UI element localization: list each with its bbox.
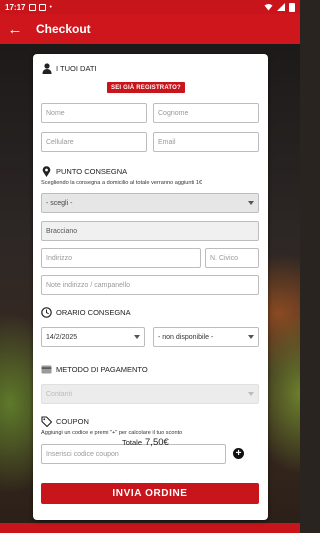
delivery-point-value: - scegli -	[46, 199, 73, 207]
coupon-heading: COUPON	[41, 416, 89, 427]
chevron-down-icon	[248, 335, 254, 339]
payment-method-value: Contanti	[46, 390, 73, 398]
coupon-heading-label: COUPON	[56, 417, 89, 426]
notification-icons: •	[29, 3, 52, 11]
tag-icon	[41, 416, 52, 427]
signal-icon	[277, 3, 285, 11]
delivery-note: Scegliendo la consegna a domicilio al to…	[41, 180, 203, 186]
date-value: 14/2/2025	[46, 333, 78, 341]
city-field: Bracciano	[41, 221, 259, 241]
page-title: Checkout	[36, 22, 91, 36]
status-bar: 17:17 •	[0, 0, 300, 14]
your-data-heading: I TUOI DATI	[41, 63, 97, 74]
date-select[interactable]: 14/2/2025	[41, 327, 145, 347]
location-pin-icon	[41, 166, 52, 177]
payment-heading: METODO DI PAGAMENTO	[41, 364, 148, 375]
your-data-heading-label: I TUOI DATI	[56, 64, 97, 73]
clock-icon	[41, 307, 52, 318]
delivery-heading-label: PUNTO CONSEGNA	[56, 167, 128, 176]
chevron-down-icon	[134, 335, 140, 339]
order-total: Totale 7,50€	[122, 437, 169, 448]
user-icon	[41, 63, 52, 74]
bottom-bar	[0, 523, 300, 533]
credit-card-icon	[41, 364, 52, 375]
phone-input[interactable]: Cellulare	[41, 132, 147, 152]
already-registered-button[interactable]: SEI GIÀ REGISTRATO?	[107, 82, 185, 93]
delivery-point-select[interactable]: - scegli -	[41, 193, 259, 213]
schedule-heading-label: ORARIO CONSEGNA	[56, 308, 131, 317]
submit-order-button[interactable]: INVIA ORDINE	[41, 483, 259, 504]
add-coupon-icon[interactable]: +	[233, 448, 244, 459]
back-arrow-icon[interactable]: ←	[0, 21, 30, 38]
time-value: - non disponibile -	[158, 333, 214, 341]
chevron-down-icon	[248, 201, 254, 205]
time-select[interactable]: - non disponibile -	[153, 327, 259, 347]
surname-input[interactable]: Cognome	[153, 103, 259, 123]
total-amount: 7,50€	[145, 437, 169, 448]
total-label: Totale	[122, 438, 143, 447]
payment-method-select[interactable]: Contanti	[41, 384, 259, 404]
email-input[interactable]: Email	[153, 132, 259, 152]
name-input[interactable]: Nome	[41, 103, 147, 123]
delivery-heading: PUNTO CONSEGNA	[41, 166, 127, 177]
more-notifications-icon: •	[49, 3, 52, 11]
notification-icon	[39, 3, 47, 11]
app-bar: ← Checkout	[0, 14, 300, 44]
chevron-down-icon	[248, 392, 254, 396]
address-input[interactable]: Indirizzo	[41, 248, 201, 268]
address-notes-input[interactable]: Note indirizzo / campanello	[41, 275, 259, 295]
payment-heading-label: METODO DI PAGAMENTO	[56, 365, 148, 374]
coupon-note: Aggiungi un codice e premi "+" per calco…	[41, 430, 183, 436]
wifi-icon	[264, 4, 273, 11]
notification-icon	[29, 3, 37, 11]
street-number-input[interactable]: N. Civico	[205, 248, 259, 268]
battery-icon	[289, 2, 295, 12]
schedule-heading: ORARIO CONSEGNA	[41, 307, 131, 318]
status-time: 17:17	[5, 2, 26, 12]
